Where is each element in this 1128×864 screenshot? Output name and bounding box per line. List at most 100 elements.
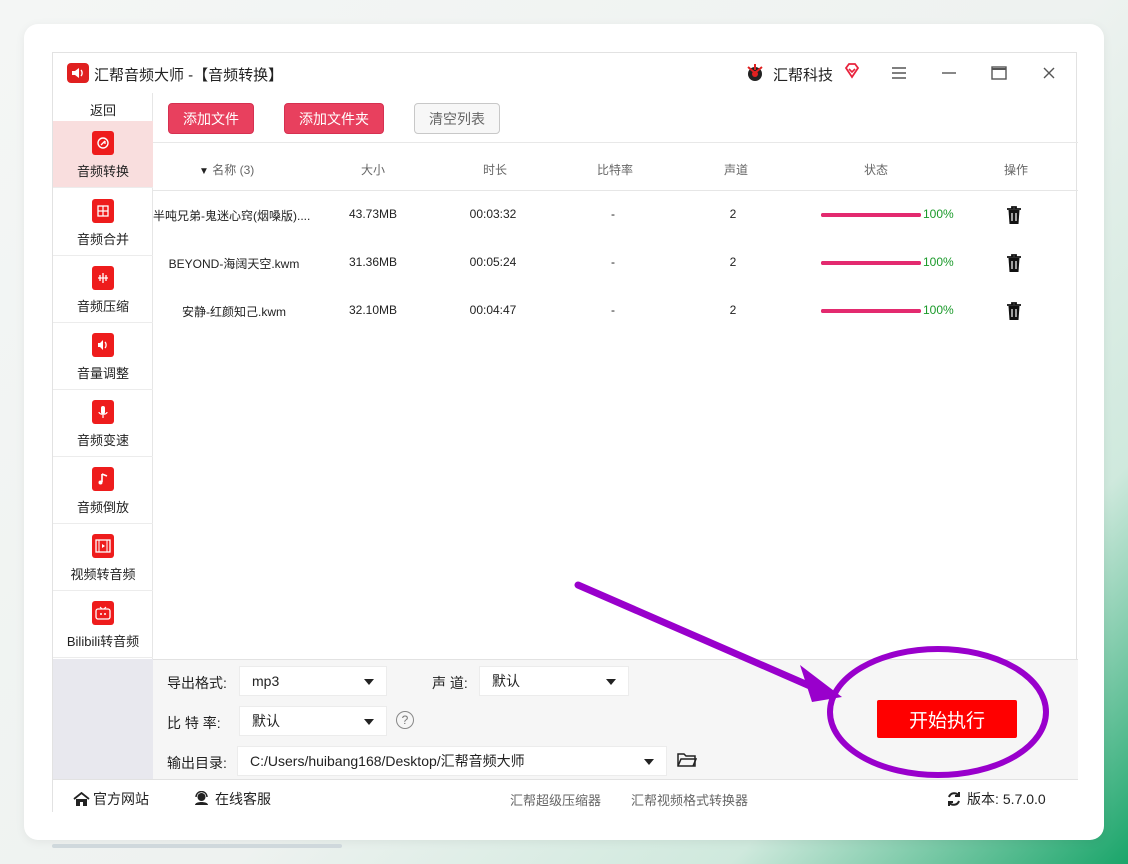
brand-logo-icon (747, 64, 763, 81)
sidebar-item-label: Bilibili转音频 (66, 634, 140, 649)
title-bar: 汇帮音频大师 -【音频转换】 汇帮科技 (53, 53, 1078, 93)
bitrate-select-value: 默认 (252, 713, 280, 729)
help-icon[interactable]: ? (396, 711, 414, 729)
maximize-icon[interactable] (987, 61, 1011, 85)
chevron-down-icon (364, 719, 374, 725)
close-icon[interactable] (1037, 61, 1061, 85)
film-icon (92, 534, 114, 558)
file-duration: 00:03:32 (469, 207, 517, 221)
table-row[interactable]: 半吨兄弟-鬼迷心窍(烟嗓版).... 43.73MB 00:03:32 - 2 … (153, 192, 1078, 240)
sidebar-item-audio-convert[interactable]: 音频转换 (53, 121, 153, 188)
file-name: 半吨兄弟-鬼迷心窍(烟嗓版).... (153, 209, 311, 223)
format-select-value: mp3 (252, 673, 280, 689)
window-title: 汇帮音频大师 -【音频转换】 (94, 67, 284, 84)
audio-convert-icon (92, 131, 114, 155)
trash-icon[interactable] (1005, 253, 1023, 273)
progress-label: 100% (923, 303, 954, 317)
sidebar-item-video-to-audio[interactable]: 视频转音频 (53, 524, 153, 591)
audio-compress-icon (92, 266, 114, 290)
brand-name: 汇帮科技 (773, 67, 834, 84)
sidebar-item-speed[interactable]: 音频变速 (53, 390, 153, 457)
progress-bar (821, 261, 921, 265)
column-channels: 声道 (723, 163, 748, 177)
sidebar: 返回 音频转换 音频合并 音频压缩 音量调整 音频变速 音频倒放 视频转音频 B… (53, 93, 153, 659)
sidebar-item-audio-merge[interactable]: 音频合并 (53, 189, 153, 256)
music-note-icon (92, 467, 114, 491)
format-label: 导出格式: (167, 675, 227, 691)
file-size: 31.36MB (348, 255, 398, 269)
bitrate-select[interactable]: 默认 (239, 706, 387, 736)
trash-icon[interactable] (1005, 205, 1023, 225)
sidebar-item-audio-compress[interactable]: 音频压缩 (53, 256, 153, 323)
add-file-button[interactable]: 添加文件 (168, 103, 254, 134)
folder-icon[interactable] (677, 752, 697, 768)
file-size: 43.73MB (348, 207, 398, 221)
output-directory-value: C:/Users/huibang168/Desktop/汇帮音频大师 (250, 753, 525, 769)
column-name[interactable]: ▼ 名称 (3) (199, 161, 269, 178)
format-select[interactable]: mp3 (239, 666, 387, 696)
footer: 官方网站 在线客服 汇帮超级压缩器 汇帮视频格式转换器 版本: 5.7.0.0 (53, 779, 1078, 813)
sidebar-item-reverse[interactable]: 音频倒放 (53, 457, 153, 524)
video-converter-link[interactable]: 汇帮视频格式转换器 (631, 790, 748, 809)
progress-label: 100% (923, 207, 954, 221)
sidebar-item-label: 视频转音频 (70, 567, 136, 582)
version-info[interactable]: 版本: 5.7.0.0 (946, 789, 1046, 809)
headset-icon (195, 791, 208, 805)
support-link-label: 在线客服 (215, 791, 271, 807)
back-link[interactable]: 返回 (53, 100, 153, 119)
website-link-label: 官方网站 (93, 791, 149, 807)
microphone-icon (92, 400, 114, 424)
output-label: 输出目录: (167, 755, 227, 771)
column-size: 大小 (360, 163, 385, 177)
chevron-down-icon (644, 759, 654, 765)
output-directory-select[interactable]: C:/Users/huibang168/Desktop/汇帮音频大师 (237, 746, 667, 776)
clear-list-button[interactable]: 清空列表 (414, 103, 500, 134)
column-duration: 时长 (482, 163, 507, 177)
table-row[interactable]: BEYOND-海阔天空.kwm 31.36MB 00:05:24 - 2 100… (153, 240, 1078, 288)
support-link[interactable]: 在线客服 (193, 789, 271, 809)
progress-bar (821, 309, 921, 313)
audio-merge-icon (92, 199, 114, 223)
app-logo-icon (67, 63, 89, 83)
file-duration: 00:05:24 (469, 255, 517, 269)
sidebar-item-label: 音频变速 (76, 433, 129, 448)
file-bitrate: - (611, 303, 615, 317)
sort-down-icon: ▼ (199, 166, 209, 177)
file-name: 安静-红颜知己.kwm (182, 305, 286, 319)
column-bitrate: 比特率 (596, 163, 633, 177)
home-icon (73, 791, 90, 806)
channel-label: 声 道: (432, 675, 468, 691)
file-bitrate: - (611, 255, 615, 269)
minimize-icon[interactable] (937, 61, 961, 85)
sidebar-item-label: 音量调整 (76, 366, 129, 381)
progress-label: 100% (923, 255, 954, 269)
version-number: 5.7.0.0 (1002, 791, 1046, 807)
file-bitrate: - (611, 207, 615, 221)
sidebar-item-label: 音频转换 (76, 164, 129, 179)
version-label: 版本: (967, 791, 999, 807)
file-channels: 2 (729, 303, 737, 317)
progress-fill (821, 309, 921, 313)
add-folder-button[interactable]: 添加文件夹 (284, 103, 384, 134)
file-channels: 2 (729, 207, 737, 221)
sidebar-item-volume[interactable]: 音量调整 (53, 323, 153, 390)
sidebar-item-bilibili[interactable]: Bilibili转音频 (53, 591, 153, 658)
chevron-down-icon (606, 679, 616, 685)
progress-fill (821, 213, 921, 217)
compressor-link[interactable]: 汇帮超级压缩器 (510, 790, 601, 809)
column-action: 操作 (1003, 163, 1028, 177)
table-row[interactable]: 安静-红颜知己.kwm 32.10MB 00:04:47 - 2 100% (153, 288, 1078, 336)
horizontal-scrollbar[interactable] (52, 844, 342, 848)
tv-icon (92, 601, 114, 625)
app-window: 汇帮音频大师 -【音频转换】 汇帮科技 返回 音频转换 音频合并 音频压缩 音量… (52, 52, 1078, 813)
trash-icon[interactable] (1005, 301, 1023, 321)
website-link[interactable]: 官方网站 (73, 789, 149, 809)
start-button[interactable]: 开始执行 (877, 700, 1017, 738)
menu-icon[interactable] (887, 61, 911, 85)
channel-select[interactable]: 默认 (479, 666, 629, 696)
chevron-down-icon (364, 679, 374, 685)
file-size: 32.10MB (348, 303, 398, 317)
volume-icon (92, 333, 114, 357)
progress-bar (821, 213, 921, 217)
vip-diamond-icon[interactable] (843, 62, 861, 80)
